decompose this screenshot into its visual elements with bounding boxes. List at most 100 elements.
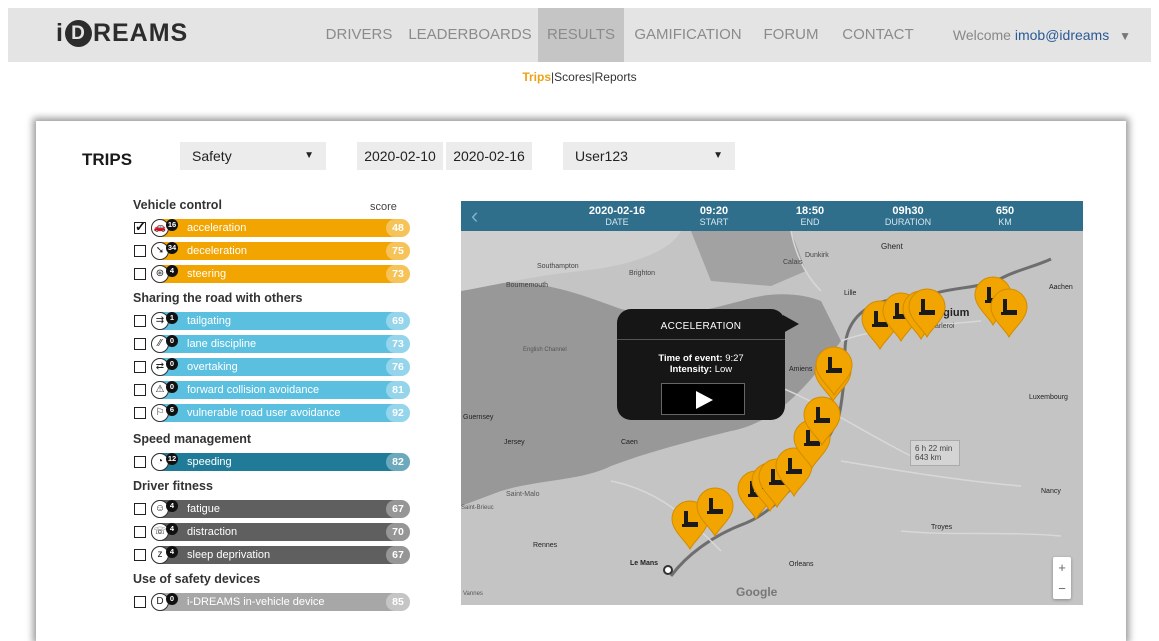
sub-navigation: Trips|Scores|Reports xyxy=(0,70,1159,84)
nav-gamification[interactable]: GAMIFICATION xyxy=(630,8,746,62)
logo-d-circle: D xyxy=(64,20,92,47)
indicator-row[interactable]: ⁄⁄ 0 lane discipline 73 xyxy=(134,335,410,353)
idreams-logo[interactable]: i D REAMS xyxy=(56,19,188,48)
popup-divider xyxy=(617,339,785,340)
indicator-row[interactable]: ⊛ 4 steering 73 xyxy=(134,265,410,283)
event-count-badge: 12 xyxy=(166,453,178,465)
indicator-bar[interactable]: ⇉ 1 tailgating 69 xyxy=(151,312,410,330)
place-label: Nancy xyxy=(1041,488,1061,495)
user-menu[interactable]: Welcome imob@idreams ▼ xyxy=(953,8,1131,62)
back-arrow-icon[interactable]: ‹ xyxy=(471,203,478,229)
zoom-in-button[interactable]: + xyxy=(1053,557,1071,578)
subnav-scores[interactable]: Scores xyxy=(554,70,591,84)
indicator-label: distraction xyxy=(187,526,238,538)
indicator-row[interactable]: ◔ 12 speeding 82 xyxy=(134,453,410,471)
indicator-checkbox[interactable] xyxy=(134,526,146,538)
indicator-bar[interactable]: ⁄⁄ 0 lane discipline 73 xyxy=(151,335,410,353)
indicator-bar[interactable]: D 0 i-DREAMS in-vehicle device 85 xyxy=(151,593,410,611)
nav-drivers[interactable]: DRIVERS xyxy=(323,8,395,62)
place-label: Bournemouth xyxy=(506,282,548,289)
indicator-bar[interactable]: ☺ 4 fatigue 67 xyxy=(151,500,410,518)
place-label: Aachen xyxy=(1049,284,1073,291)
user-select[interactable]: User123 ▼ xyxy=(563,142,735,170)
subnav-trips[interactable]: Trips xyxy=(522,70,551,84)
indicator-checkbox[interactable] xyxy=(134,407,146,419)
page-title: TRIPS xyxy=(82,150,133,169)
indicator-checkbox[interactable] xyxy=(134,245,146,257)
indicator-row[interactable]: ☺ 4 fatigue 67 xyxy=(134,500,410,518)
event-count-badge: 0 xyxy=(166,593,178,605)
place-label: English Channel xyxy=(523,347,567,353)
indicator-label: overtaking xyxy=(187,361,238,373)
indicator-label: i-DREAMS in-vehicle device xyxy=(187,596,325,608)
indicator-row[interactable]: ⇄ 0 overtaking 76 xyxy=(134,358,410,376)
indicator-row[interactable]: z 4 sleep deprivation 67 xyxy=(134,546,410,564)
event-count-badge: 4 xyxy=(166,500,178,512)
indicator-score: 69 xyxy=(386,312,410,330)
category-select[interactable]: Safety ▼ xyxy=(180,142,326,170)
stat-label: DURATION xyxy=(884,217,932,227)
category-title: Use of safety devices xyxy=(133,572,261,586)
indicator-bar[interactable]: ⚐ 6 vulnerable road user avoidance 92 xyxy=(151,404,410,422)
indicator-checkbox[interactable] xyxy=(134,456,146,468)
popup-time-value: 9:27 xyxy=(725,353,744,364)
stat-value: 2020-02-16 xyxy=(588,205,646,217)
indicator-checkbox[interactable] xyxy=(134,219,146,235)
indicator-bar[interactable]: ☏ 4 distraction 70 xyxy=(151,523,410,541)
indicator-checkbox[interactable] xyxy=(134,503,146,515)
nav-results[interactable]: RESULTS xyxy=(538,8,624,62)
indicator-bar[interactable]: z 4 sleep deprivation 67 xyxy=(151,546,410,564)
username: imob@idreams xyxy=(1014,27,1110,43)
event-count-badge: 4 xyxy=(166,546,178,558)
indicator-row[interactable]: ⇉ 1 tailgating 69 xyxy=(134,312,410,330)
zoom-out-button[interactable]: − xyxy=(1053,578,1071,599)
nav-forum[interactable]: FORUM xyxy=(756,8,826,62)
event-count-badge: 1 xyxy=(166,312,178,324)
indicator-row[interactable]: ⚐ 6 vulnerable road user avoidance 92 xyxy=(134,404,410,422)
date-to-field[interactable]: 2020-02-16 xyxy=(446,142,532,170)
indicator-row[interactable]: D 0 i-DREAMS in-vehicle device 85 xyxy=(134,593,410,611)
score-column-header: score xyxy=(370,201,397,213)
indicator-label: sleep deprivation xyxy=(187,549,271,561)
indicator-bar[interactable]: ⚠ 0 forward collision avoidance 81 xyxy=(151,381,410,399)
indicator-bar[interactable]: ⇄ 0 overtaking 76 xyxy=(151,358,410,376)
trip-distance-stat: 650 KM xyxy=(965,205,1045,227)
popup-title: ACCELERATION xyxy=(660,321,742,332)
trip-end-stat: 18:50 END xyxy=(770,205,850,227)
indicator-bar[interactable]: ➘ 34 deceleration 75 xyxy=(151,242,410,260)
play-video-button[interactable] xyxy=(661,383,745,415)
indicator-bar[interactable]: ◔ 12 speeding 82 xyxy=(151,453,410,471)
category-title: Sharing the road with others xyxy=(133,291,303,305)
chevron-down-icon: ▼ xyxy=(304,150,314,161)
map-attribution: Google xyxy=(736,585,778,599)
indicator-score: 67 xyxy=(386,500,410,518)
indicator-score: 70 xyxy=(386,523,410,541)
nav-leaderboards[interactable]: LEADERBOARDS xyxy=(406,8,534,62)
event-count-badge: 4 xyxy=(166,265,178,277)
place-label: Jersey xyxy=(504,439,525,446)
indicator-bar[interactable]: ⊛ 4 steering 73 xyxy=(151,265,410,283)
indicator-score: 76 xyxy=(386,358,410,376)
indicator-label: speeding xyxy=(187,456,232,468)
indicator-row[interactable]: ⚠ 0 forward collision avoidance 81 xyxy=(134,381,410,399)
event-count-badge: 16 xyxy=(166,219,178,231)
indicator-checkbox[interactable] xyxy=(134,384,146,396)
indicator-checkbox[interactable] xyxy=(134,315,146,327)
trip-map[interactable]: Southampton Brighton Bournemouth Calais … xyxy=(461,201,1083,605)
indicator-row[interactable]: 🚗16acceleration48 xyxy=(134,219,410,237)
indicator-score: 75 xyxy=(386,242,410,260)
indicator-checkbox[interactable] xyxy=(134,268,146,280)
subnav-reports[interactable]: Reports xyxy=(595,70,637,84)
indicator-checkbox[interactable] xyxy=(134,338,146,350)
indicator-row[interactable]: ☏ 4 distraction 70 xyxy=(134,523,410,541)
indicator-checkbox[interactable] xyxy=(134,596,146,608)
indicator-checkbox[interactable] xyxy=(134,549,146,561)
date-from-field[interactable]: 2020-02-10 xyxy=(357,142,443,170)
indicator-label: deceleration xyxy=(187,245,247,257)
indicator-score: 82 xyxy=(386,453,410,471)
nav-contact[interactable]: CONTACT xyxy=(838,8,918,62)
indicator-row[interactable]: ➘ 34 deceleration 75 xyxy=(134,242,410,260)
indicator-checkbox[interactable] xyxy=(134,361,146,373)
indicator-bar[interactable]: 🚗 16 acceleration 48 xyxy=(151,219,410,237)
indicator-label: fatigue xyxy=(187,503,221,515)
